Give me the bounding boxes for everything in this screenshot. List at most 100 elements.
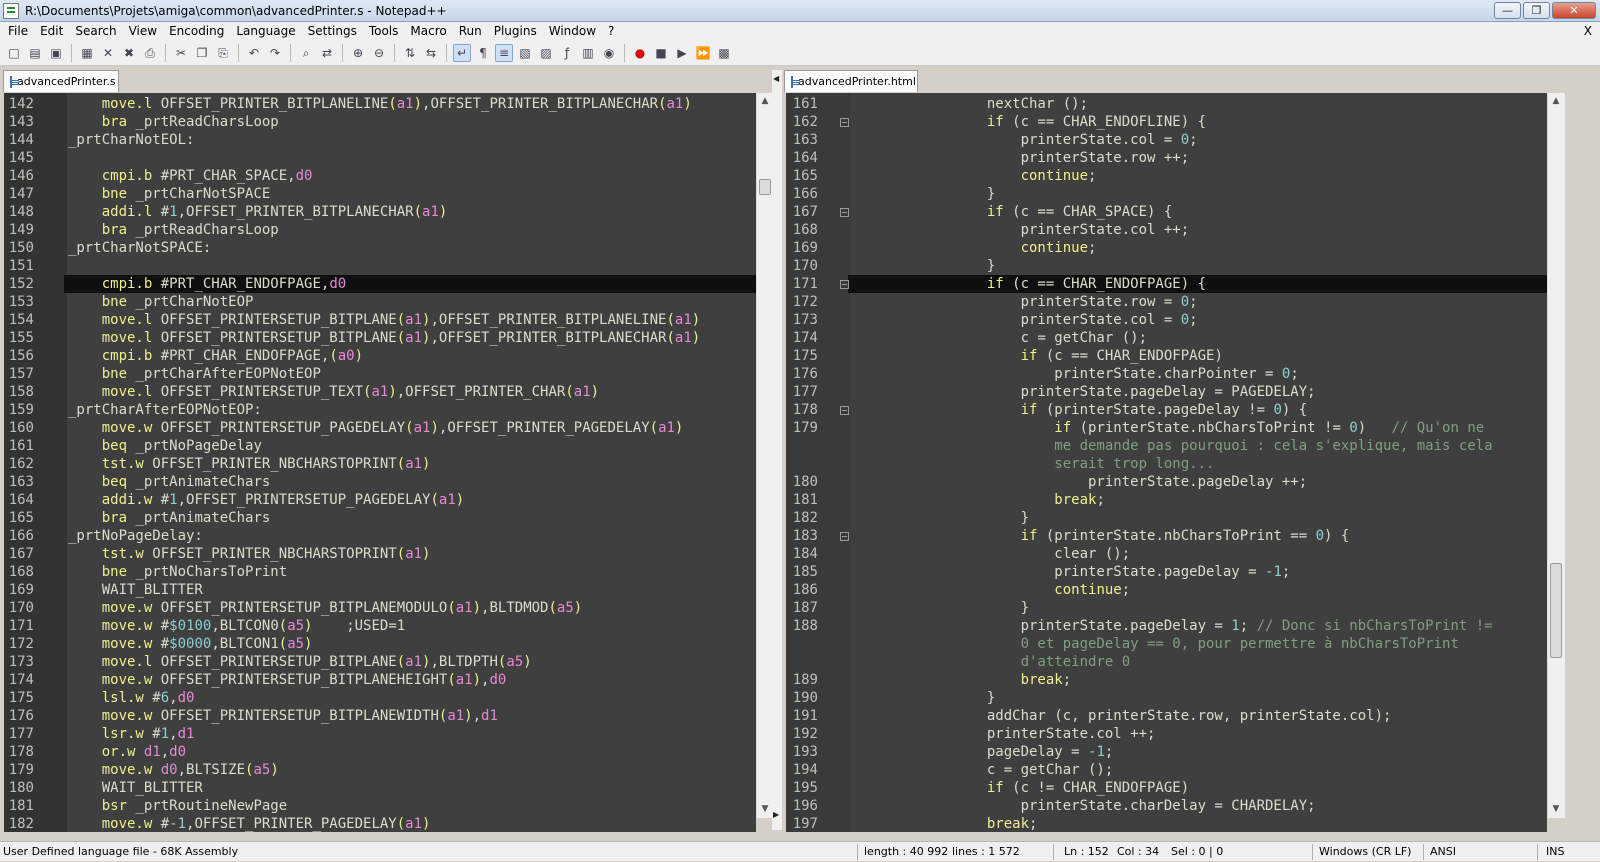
code-line[interactable]: 194 c = getChar (); [786, 761, 1547, 779]
code-line[interactable]: 145 [4, 149, 756, 167]
code-line[interactable]: 172 printerState.row = 0; [786, 293, 1547, 311]
code-line[interactable]: 168 bne _prtNoCharsToPrint [4, 563, 756, 581]
code-line[interactable]: 144 _prtCharNotEOL: [4, 131, 756, 149]
monitor-icon[interactable]: ◉ [600, 44, 618, 62]
code-line[interactable]: 182 } [786, 509, 1547, 527]
code-line[interactable]: 158 move.l OFFSET_PRINTERSETUP_TEXT(a1),… [4, 383, 756, 401]
code-line[interactable]: 154 move.l OFFSET_PRINTERSETUP_BITPLANE(… [4, 311, 756, 329]
code-line[interactable]: 165 bra _prtAnimateChars [4, 509, 756, 527]
play-macro-icon[interactable]: ▶ [673, 44, 691, 62]
code-line[interactable]: 150 _prtCharNotSPACE: [4, 239, 756, 257]
menu-plugins[interactable]: Plugins [488, 22, 543, 41]
code-line[interactable]: 167 if (c == CHAR_SPACE) { [786, 203, 1547, 221]
code-line[interactable]: 169 continue; [786, 239, 1547, 257]
undo-icon[interactable]: ↶ [245, 44, 263, 62]
code-line[interactable]: 183 if (printerState.nbCharsToPrint == 0… [786, 527, 1547, 545]
fold-toggle-icon[interactable] [840, 118, 849, 127]
code-line[interactable]: 197 break; [786, 815, 1547, 832]
code-line[interactable]: 147 bne _prtCharNotSPACE [4, 185, 756, 203]
scroll-up-icon[interactable]: ▲ [1548, 93, 1564, 110]
code-line[interactable]: serait trop long... [786, 455, 1547, 473]
code-line[interactable]: 164 printerState.row ++; [786, 149, 1547, 167]
tab-advancedprinter-html[interactable]: advancedPrinter.html [784, 70, 918, 92]
stop-macro-icon[interactable]: ■ [652, 44, 670, 62]
scroll-thumb[interactable] [759, 179, 771, 195]
word-wrap-icon[interactable]: ↵ [453, 44, 471, 62]
code-line[interactable]: 173 move.l OFFSET_PRINTERSETUP_BITPLANE(… [4, 653, 756, 671]
find-icon[interactable]: ⌕ [297, 44, 315, 62]
fold-toggle-icon[interactable] [840, 208, 849, 217]
zoom-out-icon[interactable]: ⊖ [370, 44, 388, 62]
code-line[interactable]: 142 move.l OFFSET_PRINTER_BITPLANELINE(a… [4, 95, 756, 113]
code-line[interactable]: 188 printerState.pageDelay = 1; // Donc … [786, 617, 1547, 635]
code-line[interactable]: 169 WAIT_BLITTER [4, 581, 756, 599]
close-all-icon[interactable]: ✖ [120, 44, 138, 62]
code-line[interactable]: 146 cmpi.b #PRT_CHAR_SPACE,d0 [4, 167, 756, 185]
code-line[interactable]: 181 break; [786, 491, 1547, 509]
code-line[interactable]: 190 } [786, 689, 1547, 707]
code-line[interactable]: 176 move.w OFFSET_PRINTERSETUP_BITPLANEW… [4, 707, 756, 725]
print-icon[interactable]: ⎙ [141, 44, 159, 62]
code-line[interactable]: 159 _prtCharAfterEOPNotEOP: [4, 401, 756, 419]
menu-edit[interactable]: Edit [34, 22, 69, 41]
left-editor[interactable]: 142 move.l OFFSET_PRINTER_BITPLANELINE(a… [4, 93, 756, 832]
code-line[interactable]: 162 tst.w OFFSET_PRINTER_NBCHARSTOPRINT(… [4, 455, 756, 473]
zoom-in-icon[interactable]: ⊕ [349, 44, 367, 62]
code-line[interactable]: 168 printerState.col ++; [786, 221, 1547, 239]
code-line[interactable]: 143 bra _prtReadCharsLoop [4, 113, 756, 131]
menu-window[interactable]: Window [543, 22, 602, 41]
indent-guide-icon[interactable]: ≡ [495, 44, 513, 62]
right-editor[interactable]: 161 nextChar (); 162 if (c == CHAR_ENDOFL… [786, 93, 1547, 832]
paste-icon[interactable]: ⎘ [214, 44, 232, 62]
cut-icon[interactable]: ✂ [172, 44, 190, 62]
code-line[interactable]: 175 lsl.w #6,d0 [4, 689, 756, 707]
menu-file[interactable]: File [2, 22, 34, 41]
udl-icon[interactable]: ▧ [516, 44, 534, 62]
scroll-down-icon[interactable]: ▼ [1548, 801, 1564, 818]
code-line[interactable]: 161 beq _prtNoPageDelay [4, 437, 756, 455]
code-line[interactable]: 191 addChar (c, printerState.row, printe… [786, 707, 1547, 725]
menu-tools[interactable]: Tools [363, 22, 405, 41]
code-line[interactable]: 186 continue; [786, 581, 1547, 599]
menu-macro[interactable]: Macro [404, 22, 452, 41]
close-window-button[interactable]: ✕ [1552, 2, 1596, 19]
scroll-down-icon[interactable]: ▼ [757, 801, 773, 818]
code-line[interactable]: 152 cmpi.b #PRT_CHAR_ENDOFPAGE,d0 [9, 275, 756, 293]
menu-language[interactable]: Language [230, 22, 301, 41]
code-line[interactable]: 181 bsr _prtRoutineNewPage [4, 797, 756, 815]
code-line[interactable]: 180 printerState.pageDelay ++; [786, 473, 1547, 491]
show-all-chars-icon[interactable]: ¶ [474, 44, 492, 62]
code-line[interactable]: 175 if (c == CHAR_ENDOFPAGE) [786, 347, 1547, 365]
menu-settings[interactable]: Settings [302, 22, 363, 41]
tab-advancedprinter-s[interactable]: advancedPrinter.s [3, 70, 119, 92]
code-line[interactable]: 160 move.w OFFSET_PRINTERSETUP_PAGEDELAY… [4, 419, 756, 437]
menu-help[interactable]: ? [602, 22, 620, 41]
code-line[interactable]: 170 move.w OFFSET_PRINTERSETUP_BITPLANEM… [4, 599, 756, 617]
code-line[interactable]: 164 addi.w #1,OFFSET_PRINTERSETUP_PAGEDE… [4, 491, 756, 509]
code-line[interactable]: 166 _prtNoPageDelay: [4, 527, 756, 545]
scroll-thumb[interactable] [1550, 563, 1562, 658]
save-all-icon[interactable]: ▦ [78, 44, 96, 62]
code-line[interactable]: 179 if (printerState.nbCharsToPrint != 0… [786, 419, 1547, 437]
code-line[interactable]: 179 move.w d0,BLTSIZE(a5) [4, 761, 756, 779]
menu-run[interactable]: Run [453, 22, 488, 41]
code-line[interactable]: 166 } [786, 185, 1547, 203]
menu-encoding[interactable]: Encoding [163, 22, 230, 41]
open-file-icon[interactable]: ▤ [26, 44, 44, 62]
code-line[interactable]: 153 bne _prtCharNotEOP [4, 293, 756, 311]
replace-icon[interactable]: ⇄ [318, 44, 336, 62]
code-line[interactable]: 184 clear (); [786, 545, 1547, 563]
code-line[interactable]: 177 lsr.w #1,d1 [4, 725, 756, 743]
sync-h-icon[interactable]: ⇆ [422, 44, 440, 62]
code-line[interactable]: 161 nextChar (); [786, 95, 1547, 113]
code-line[interactable]: 176 printerState.charPointer = 0; [786, 365, 1547, 383]
code-line[interactable]: 196 printerState.charDelay = CHARDELAY; [786, 797, 1547, 815]
code-line[interactable]: me demande pas pourquoi : cela s'expliqu… [786, 437, 1547, 455]
code-line[interactable]: 172 move.w #$0000,BLTCON1(a5) [4, 635, 756, 653]
fold-toggle-icon[interactable] [840, 280, 849, 289]
code-line[interactable]: 189 break; [786, 671, 1547, 689]
save-icon[interactable]: ▣ [47, 44, 65, 62]
code-line[interactable]: 182 move.w #-1,OFFSET_PRINTER_PAGEDELAY(… [4, 815, 756, 832]
code-line[interactable]: 163 beq _prtAnimateChars [4, 473, 756, 491]
code-line[interactable]: 155 move.l OFFSET_PRINTERSETUP_BITPLANE(… [4, 329, 756, 347]
